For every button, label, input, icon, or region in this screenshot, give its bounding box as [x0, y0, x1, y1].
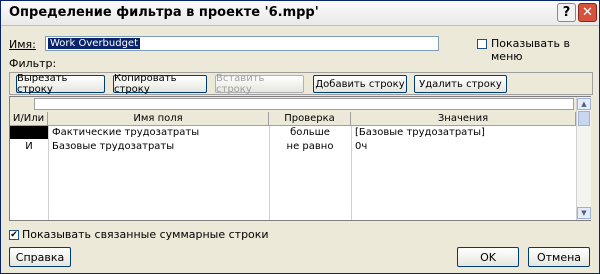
checkmark-icon: ✔: [10, 230, 18, 240]
help-title-button[interactable]: ?: [557, 3, 576, 22]
name-input-value: Work Overbudget: [48, 38, 141, 49]
grid-cell-test[interactable]: больше: [269, 126, 351, 139]
column-divider: [351, 126, 352, 220]
window-title: Определение фильтра в проекте '6.mpp': [9, 5, 319, 20]
delete-row-button[interactable]: Удалить строку: [414, 75, 507, 93]
question-mark-icon: ?: [562, 5, 571, 20]
name-input[interactable]: Work Overbudget: [45, 36, 439, 51]
filter-criteria-grid[interactable]: И/Или Имя поля Проверка Значения Фактиче…: [9, 96, 591, 221]
grid-edit-field[interactable]: [34, 98, 574, 110]
grid-cell-field[interactable]: Базовые трудозатраты: [52, 140, 267, 153]
header-test[interactable]: Проверка: [269, 112, 351, 126]
scroll-up-icon[interactable]: ▲: [577, 98, 591, 110]
cut-row-button[interactable]: Вырезать строку: [16, 73, 105, 95]
show-in-menu-label: Показывать в меню: [491, 37, 571, 63]
show-summary-rows-checkbox[interactable]: ✔: [9, 230, 19, 240]
grid-vertical-scrollbar[interactable]: ▲ ▼: [576, 97, 591, 220]
cancel-button[interactable]: Отмена: [528, 247, 590, 267]
header-values[interactable]: Значения: [351, 112, 576, 126]
grid-cell-field[interactable]: Фактические трудозатраты: [52, 126, 267, 139]
show-summary-rows-label: Показывать связанные суммарные строки: [22, 228, 269, 241]
header-and-or[interactable]: И/Или: [10, 112, 48, 126]
show-in-menu-checkbox[interactable]: [477, 39, 487, 49]
grid-cell-value[interactable]: [Базовые трудозатраты]: [355, 126, 573, 139]
copy-row-button[interactable]: Копировать строку: [113, 73, 207, 95]
grid-cell-andor[interactable]: И: [10, 140, 48, 153]
title-bar: Определение фильтра в проекте '6.mpp' ? …: [1, 1, 599, 26]
scroll-thumb[interactable]: [578, 111, 590, 126]
help-button[interactable]: Справка: [9, 247, 71, 267]
grid-cell-value[interactable]: 0ч: [355, 140, 573, 153]
name-label: Имя:: [9, 38, 36, 51]
header-field-name[interactable]: Имя поля: [48, 112, 269, 126]
add-row-button[interactable]: Добавить строку: [313, 75, 407, 93]
grid-cell-test[interactable]: не равно: [269, 140, 351, 153]
grid-edit-row: [10, 97, 576, 113]
grid-cell-andor-active[interactable]: [10, 126, 48, 139]
close-button[interactable]: ✕: [578, 3, 597, 22]
close-icon: ✕: [582, 5, 593, 20]
filter-definition-dialog: Определение фильтра в проекте '6.mpp' ? …: [0, 0, 600, 274]
paste-row-button[interactable]: Вставить строку: [215, 73, 304, 95]
column-divider: [48, 126, 49, 220]
scroll-down-icon[interactable]: ▼: [577, 207, 591, 219]
filter-label: Фильтр:: [9, 57, 57, 70]
ok-button[interactable]: OK: [457, 247, 519, 267]
